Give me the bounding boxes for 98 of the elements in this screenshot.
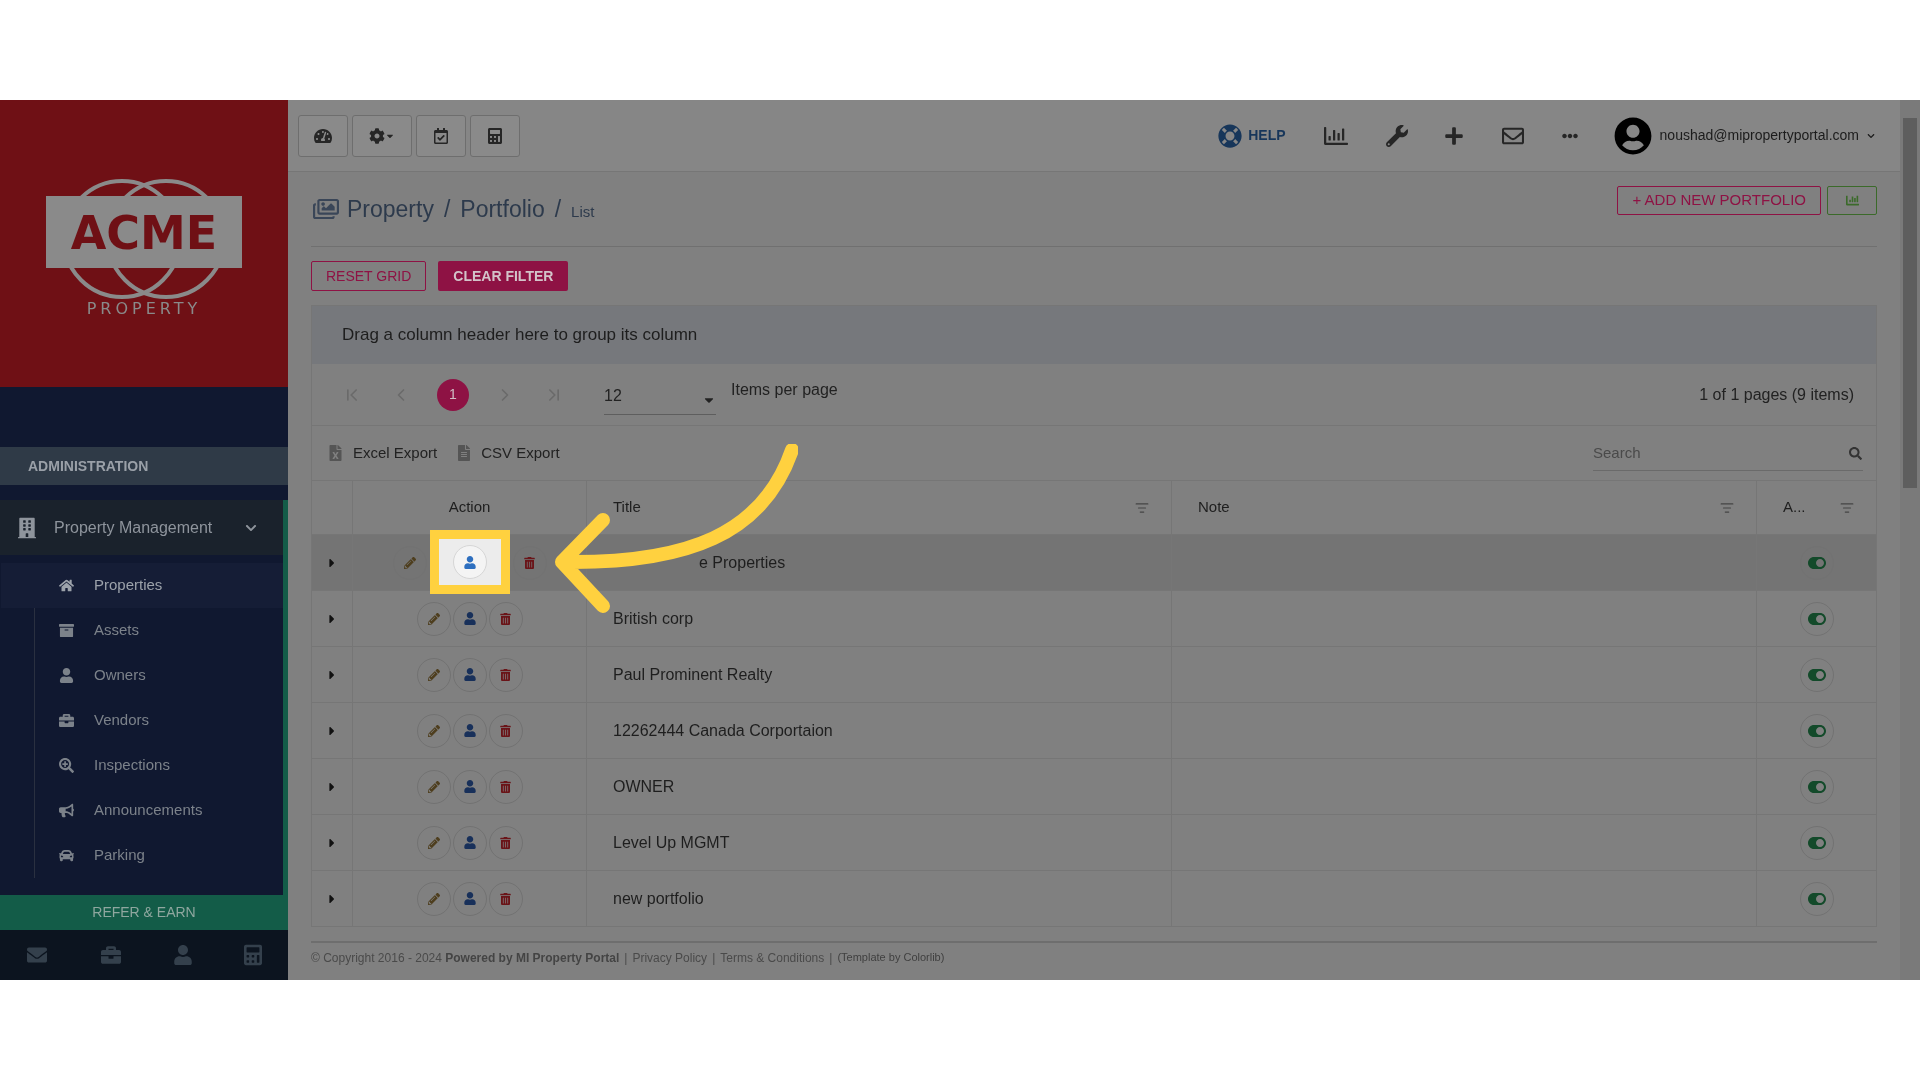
breadcrumb-link[interactable]: Portfolio	[460, 191, 545, 227]
pencil-icon	[427, 612, 440, 625]
group-label: Property Management	[54, 517, 214, 538]
page-size-label: Items per page	[731, 379, 838, 400]
briefcase-icon	[59, 713, 74, 728]
table-cell-text: British corp	[613, 608, 694, 629]
table-cell-text: e Properties	[699, 552, 786, 573]
table-cell-text: 12262444 Canada Corportaion	[613, 720, 833, 741]
file-icon	[457, 445, 472, 461]
sidebar-item[interactable]: Properties	[1, 563, 283, 608]
footer-separator: |	[624, 949, 628, 967]
template-credit: (Template by Colorlib)	[837, 950, 945, 966]
person-icon	[463, 668, 476, 681]
footer-separator: |	[712, 949, 716, 967]
chevron-icon	[1867, 131, 1875, 140]
person-icon	[59, 668, 74, 683]
table-cell-text: Paul Prominent Realty	[613, 664, 773, 685]
user-menu[interactable]: noushad@mipropertyportal.com	[1613, 116, 1875, 155]
person-icon	[463, 612, 476, 625]
wrench-icon[interactable]	[1385, 124, 1408, 147]
sidebar-item[interactable]: Inspections	[1, 743, 283, 788]
person-icon	[463, 780, 476, 793]
table-cell-text: OWNER	[613, 776, 675, 797]
lifebuoy-icon	[1218, 123, 1243, 148]
briefcase-icon[interactable]	[100, 945, 122, 965]
csv-export-button[interactable]: CSV Export	[457, 441, 560, 465]
pager-info: 1 of 1 pages (9 items)	[1699, 384, 1854, 405]
building-icon	[18, 516, 36, 539]
calculator-icon	[487, 127, 503, 144]
person-icon	[463, 836, 476, 849]
logo-drawing: ACME PROPERTY	[44, 163, 244, 324]
calendar-icon	[433, 127, 449, 144]
trash-icon	[500, 612, 511, 625]
spreadsheet-file-icon	[328, 445, 343, 461]
sidebar-group[interactable]: Property Management	[0, 500, 283, 555]
column-header[interactable]: Title	[613, 496, 641, 519]
pencil-icon	[427, 780, 440, 793]
filter-icon[interactable]	[1135, 500, 1149, 515]
sidebar-item[interactable]: Assets	[1, 608, 283, 653]
sidebar-item[interactable]: Announcements	[1, 788, 283, 833]
page-number[interactable]: 1	[437, 378, 469, 411]
filter-icon[interactable]	[1720, 500, 1734, 515]
trash-icon	[500, 892, 511, 905]
calculator-button[interactable]	[470, 114, 520, 157]
breadcrumb-separator: /	[554, 194, 562, 224]
trash-icon	[500, 836, 511, 849]
settings-button[interactable]	[352, 114, 412, 157]
gear-icon	[369, 127, 385, 144]
breadcrumb-current: List	[571, 201, 595, 222]
trash-icon	[500, 724, 511, 737]
trash-icon	[524, 556, 535, 569]
help-button[interactable]: HELP	[1218, 123, 1286, 148]
trash-icon	[500, 780, 511, 793]
group-hint: Drag a column header here to group its column	[342, 324, 698, 347]
add-portfolio-button[interactable]: + ADD NEW PORTFOLIO	[1617, 185, 1821, 215]
search-icon[interactable]	[1849, 446, 1862, 460]
pencil-icon	[427, 892, 440, 905]
speedometer-icon	[314, 126, 332, 145]
breadcrumb-link[interactable]: Property	[347, 191, 434, 227]
dashboard-button[interactable]	[298, 114, 348, 157]
trash-icon	[500, 668, 511, 681]
plus-icon[interactable]	[1443, 125, 1464, 146]
calculator-icon[interactable]	[244, 944, 262, 966]
column-header[interactable]: Note	[1198, 496, 1230, 519]
person-icon	[463, 892, 476, 905]
clear-filter-button[interactable]: CLEAR FILTER	[438, 261, 569, 291]
chart-button[interactable]	[1827, 185, 1877, 215]
section-header: ADMINISTRATION	[0, 447, 288, 485]
sidebar-item[interactable]: Parking	[1, 833, 283, 878]
avatar-icon	[1613, 116, 1652, 155]
refer-button[interactable]: REFER & EARN	[0, 895, 288, 930]
car-icon	[59, 848, 74, 863]
scrollbar-thumb[interactable]	[1903, 118, 1917, 488]
calendar-button[interactable]	[416, 114, 466, 157]
pencil-icon	[403, 556, 416, 569]
person-icon	[463, 724, 476, 737]
house-icon	[59, 578, 74, 593]
bar-chart-icon	[1845, 193, 1859, 207]
column-header[interactable]: A...	[1783, 496, 1806, 519]
footer-separator: |	[829, 949, 833, 967]
magnifier-plus-icon	[59, 758, 74, 773]
page-size-select[interactable]: 12	[604, 374, 716, 415]
filter-icon[interactable]	[1840, 500, 1854, 515]
archive-box-icon	[59, 623, 74, 638]
table-cell-text: new portfolio	[613, 888, 704, 909]
table-cell-text: Level Up MGMT	[613, 832, 730, 853]
sidebar-item[interactable]: Owners	[1, 653, 283, 698]
pencil-icon	[427, 724, 440, 737]
sidebar-item[interactable]: Vendors	[1, 698, 283, 743]
portfolio-icon	[313, 197, 339, 221]
pencil-icon	[427, 836, 440, 849]
breadcrumb-separator: /	[443, 194, 451, 224]
pencil-icon	[427, 668, 440, 681]
reset-grid-button[interactable]: RESET GRID	[311, 261, 427, 291]
person-icon[interactable]	[174, 945, 192, 965]
excel-export-button[interactable]: Excel Export	[328, 441, 438, 465]
person-icon	[464, 555, 476, 569]
megaphone-icon	[59, 803, 74, 818]
